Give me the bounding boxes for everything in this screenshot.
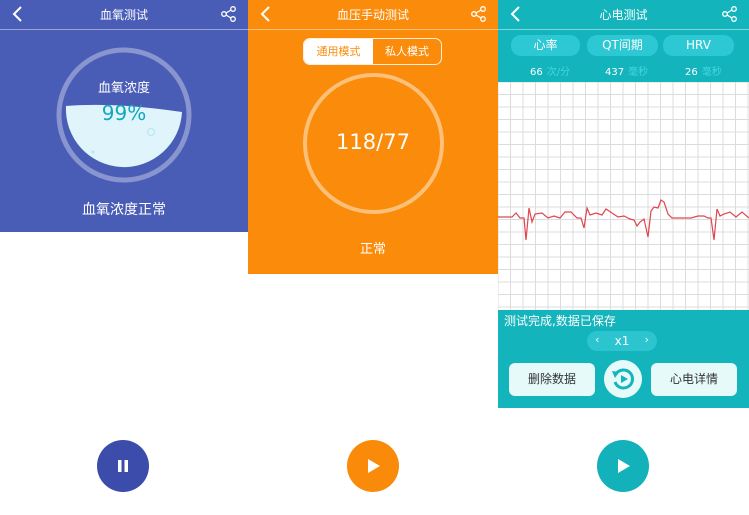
ecg-chart xyxy=(498,82,749,312)
tab-qt-interval[interactable]: QT间期 xyxy=(587,35,658,56)
oxygen-panel: 血氧测试 血氧浓度 99% 血氧浓度正常 xyxy=(0,0,248,515)
pressure-panel: 血压手动测试 通用模式 私人模式 118/77 正常 xyxy=(248,0,498,515)
metric-unit: 毫秒 xyxy=(628,67,649,78)
oxygen-value: 99% xyxy=(101,101,147,125)
start-button[interactable] xyxy=(347,440,399,492)
hrv-metric: 26 毫秒 xyxy=(685,63,722,78)
topbar-divider xyxy=(498,29,749,30)
play-icon xyxy=(618,459,630,473)
tab-heart-rate[interactable]: 心率 xyxy=(511,35,580,56)
mode-private-tab[interactable]: 私人模式 xyxy=(373,39,441,64)
page-title: 血压手动测试 xyxy=(336,8,409,22)
start-button[interactable] xyxy=(597,440,649,492)
mode-switch: 通用模式 私人模式 xyxy=(303,38,442,65)
oxygen-status: 血氧浓度正常 xyxy=(82,202,166,218)
ecg-topbar: 心电测试 xyxy=(498,0,749,29)
pause-button[interactable] xyxy=(97,440,149,492)
qt-metric: 437 毫秒 xyxy=(605,63,648,78)
ecg-panel: 心电测试 心率 QT间期 HRV 66 次/分 437 毫秒 26 毫秒 测试完成,数… xyxy=(498,0,749,515)
heart-rate-metric: 66 次/分 xyxy=(530,63,570,78)
tab-hrv[interactable]: HRV xyxy=(663,35,734,56)
pressure-topbar: 血压手动测试 xyxy=(248,0,498,29)
topbar-divider xyxy=(0,29,248,30)
pressure-value: 118/77 xyxy=(336,130,410,154)
oxygen-topbar: 血氧测试 xyxy=(0,0,248,29)
metric-value: 66 xyxy=(530,67,543,78)
replay-button[interactable] xyxy=(604,360,642,398)
metric-value: 437 xyxy=(605,67,625,78)
mode-general-tab[interactable]: 通用模式 xyxy=(304,39,373,64)
replay-icon xyxy=(612,368,634,390)
share-icon[interactable] xyxy=(220,5,238,23)
test-complete-text: 测试完成,数据已保存 xyxy=(504,314,616,328)
pause-icon xyxy=(118,460,128,472)
pressure-status: 正常 xyxy=(359,242,386,257)
page-title: 血氧测试 xyxy=(99,8,148,22)
metric-value: 26 xyxy=(685,67,698,78)
speed-control: ‹ x1 › xyxy=(587,331,657,351)
delete-data-button[interactable]: 删除数据 xyxy=(509,363,595,396)
speed-increase-button[interactable]: › xyxy=(645,333,649,346)
share-icon[interactable] xyxy=(721,5,739,23)
metric-unit: 毫秒 xyxy=(701,67,722,78)
gauge-label: 血氧浓度 xyxy=(97,81,150,96)
ecg-detail-button[interactable]: 心电详情 xyxy=(651,363,737,396)
topbar-divider xyxy=(248,29,498,30)
share-icon[interactable] xyxy=(470,5,488,23)
play-icon xyxy=(368,459,380,473)
metric-unit: 次/分 xyxy=(546,67,571,78)
page-title: 心电测试 xyxy=(599,8,648,22)
